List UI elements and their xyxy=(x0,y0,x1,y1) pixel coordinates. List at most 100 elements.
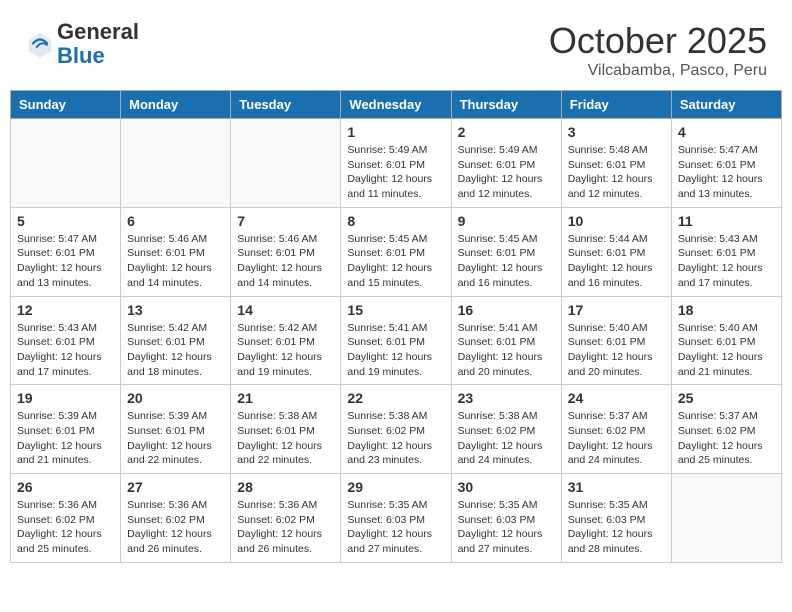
table-row: 12Sunrise: 5:43 AM Sunset: 6:01 PM Dayli… xyxy=(11,296,121,385)
table-row: 22 Sunrise: 5:38 AM Sunset: 6:02 PM Dayli… xyxy=(341,385,451,474)
table-row xyxy=(121,119,231,208)
day-info: Sunrise: 5:47 AM Sunset: 6:01 PM Dayligh… xyxy=(678,143,775,202)
day-number: 5 xyxy=(17,213,114,229)
day-info: Sunrise: 5:38 AM Sunset: 6:02 PM Dayligh… xyxy=(347,409,444,468)
calendar-header-row: Sunday Monday Tuesday Wednesday Thursday… xyxy=(11,91,782,119)
day-info: Sunrise: 5:36 AM Sunset: 6:02 PM Dayligh… xyxy=(127,498,224,557)
day-info: Sunrise: 5:46 AM Sunset: 6:01 PM Dayligh… xyxy=(127,232,224,291)
day-number: 28 xyxy=(237,479,334,495)
day-info: Sunrise: 5:37 AM Sunset: 6:02 PM Dayligh… xyxy=(678,409,775,468)
table-row: 29 Sunrise: 5:35 AM Sunset: 6:03 PM Dayli… xyxy=(341,474,451,563)
calendar-table: Sunday Monday Tuesday Wednesday Thursday… xyxy=(10,90,782,563)
table-row: 24 Sunrise: 5:37 AM Sunset: 6:02 PM Dayli… xyxy=(561,385,671,474)
header-thursday: Thursday xyxy=(451,91,561,119)
day-info: Sunrise: 5:37 AM Sunset: 6:02 PM Dayligh… xyxy=(568,409,665,468)
day-number: 6 xyxy=(127,213,224,229)
day-info: Sunrise: 5:43 AM Sunset: 6:01 PM Dayligh… xyxy=(678,232,775,291)
logo-blue: Blue xyxy=(57,43,105,68)
table-row: 5 Sunrise: 5:47 AM Sunset: 6:01 PM Daylig… xyxy=(11,207,121,296)
day-number: 24 xyxy=(568,390,665,406)
table-row: 2 Sunrise: 5:49 AM Sunset: 6:01 PM Daylig… xyxy=(451,119,561,208)
day-number: 9 xyxy=(458,213,555,229)
table-row: 4Sunrise: 5:47 AM Sunset: 6:01 PM Daylig… xyxy=(671,119,781,208)
day-info: Sunrise: 5:38 AM Sunset: 6:02 PM Dayligh… xyxy=(458,409,555,468)
table-row: 15 Sunrise: 5:41 AM Sunset: 6:01 PM Dayli… xyxy=(341,296,451,385)
table-row: 16Sunrise: 5:41 AM Sunset: 6:01 PM Dayli… xyxy=(451,296,561,385)
table-row: 7Sunrise: 5:46 AM Sunset: 6:01 PM Daylig… xyxy=(231,207,341,296)
day-number: 11 xyxy=(678,213,775,229)
day-info: Sunrise: 5:35 AM Sunset: 6:03 PM Dayligh… xyxy=(458,498,555,557)
day-number: 13 xyxy=(127,302,224,318)
day-info: Sunrise: 5:44 AM Sunset: 6:01 PM Dayligh… xyxy=(568,232,665,291)
table-row: 14 Sunrise: 5:42 AM Sunset: 6:01 PM Dayli… xyxy=(231,296,341,385)
table-row: 6 Sunrise: 5:46 AM Sunset: 6:01 PM Daylig… xyxy=(121,207,231,296)
table-row: 23 Sunrise: 5:38 AM Sunset: 6:02 PM Dayli… xyxy=(451,385,561,474)
table-row: 21 Sunrise: 5:38 AM Sunset: 6:01 PM Dayli… xyxy=(231,385,341,474)
logo-general: General xyxy=(57,19,139,44)
day-info: Sunrise: 5:35 AM Sunset: 6:03 PM Dayligh… xyxy=(347,498,444,557)
day-info: Sunrise: 5:35 AM Sunset: 6:03 PM Dayligh… xyxy=(568,498,665,557)
day-info: Sunrise: 5:42 AM Sunset: 6:01 PM Dayligh… xyxy=(237,321,334,380)
day-number: 26 xyxy=(17,479,114,495)
day-info: Sunrise: 5:45 AM Sunset: 6:01 PM Dayligh… xyxy=(347,232,444,291)
day-number: 14 xyxy=(237,302,334,318)
location-subtitle: Vilcabamba, Pasco, Peru xyxy=(549,62,767,80)
day-number: 3 xyxy=(568,124,665,140)
table-row: 3 Sunrise: 5:48 AM Sunset: 6:01 PM Daylig… xyxy=(561,119,671,208)
table-row: 20 Sunrise: 5:39 AM Sunset: 6:01 PM Dayli… xyxy=(121,385,231,474)
day-info: Sunrise: 5:39 AM Sunset: 6:01 PM Dayligh… xyxy=(127,409,224,468)
day-number: 10 xyxy=(568,213,665,229)
day-number: 23 xyxy=(458,390,555,406)
day-info: Sunrise: 5:45 AM Sunset: 6:01 PM Dayligh… xyxy=(458,232,555,291)
month-title: October 2025 xyxy=(549,20,767,62)
table-row: 8 Sunrise: 5:45 AM Sunset: 6:01 PM Daylig… xyxy=(341,207,451,296)
day-number: 22 xyxy=(347,390,444,406)
table-row xyxy=(231,119,341,208)
day-number: 31 xyxy=(568,479,665,495)
title-block: October 2025 Vilcabamba, Pasco, Peru xyxy=(549,20,767,80)
logo-text: General Blue xyxy=(57,20,139,68)
table-row: 18 Sunrise: 5:40 AM Sunset: 6:01 PM Dayli… xyxy=(671,296,781,385)
calendar-week-row: 12Sunrise: 5:43 AM Sunset: 6:01 PM Dayli… xyxy=(11,296,782,385)
table-row: 13 Sunrise: 5:42 AM Sunset: 6:01 PM Dayli… xyxy=(121,296,231,385)
day-info: Sunrise: 5:38 AM Sunset: 6:01 PM Dayligh… xyxy=(237,409,334,468)
table-row: 19Sunrise: 5:39 AM Sunset: 6:01 PM Dayli… xyxy=(11,385,121,474)
table-row: 10 Sunrise: 5:44 AM Sunset: 6:01 PM Dayli… xyxy=(561,207,671,296)
day-info: Sunrise: 5:41 AM Sunset: 6:01 PM Dayligh… xyxy=(347,321,444,380)
day-number: 16 xyxy=(458,302,555,318)
day-number: 12 xyxy=(17,302,114,318)
calendar-week-row: 19 Sunrise: 5:39 AM Sunset: 6:01 PM Dayli… xyxy=(11,385,782,474)
table-row xyxy=(671,474,781,563)
table-row: 28Sunrise: 5:36 AM Sunset: 6:02 PM Dayli… xyxy=(231,474,341,563)
day-number: 21 xyxy=(237,390,334,406)
day-info: Sunrise: 5:49 AM Sunset: 6:01 PM Dayligh… xyxy=(458,143,555,202)
day-number: 19 xyxy=(17,390,114,406)
day-info: Sunrise: 5:47 AM Sunset: 6:01 PM Dayligh… xyxy=(17,232,114,291)
day-info: Sunrise: 5:48 AM Sunset: 6:01 PM Dayligh… xyxy=(568,143,665,202)
day-info: Sunrise: 5:49 AM Sunset: 6:01 PM Dayligh… xyxy=(347,143,444,202)
day-number: 18 xyxy=(678,302,775,318)
day-number: 29 xyxy=(347,479,444,495)
header-wednesday: Wednesday xyxy=(341,91,451,119)
logo-icon xyxy=(25,29,55,59)
header-sunday: Sunday xyxy=(11,91,121,119)
day-number: 15 xyxy=(347,302,444,318)
day-info: Sunrise: 5:42 AM Sunset: 6:01 PM Dayligh… xyxy=(127,321,224,380)
table-row: 9 Sunrise: 5:45 AM Sunset: 6:01 PM Daylig… xyxy=(451,207,561,296)
page-header: General Blue October 2025 Vilcabamba, Pa… xyxy=(10,10,782,85)
day-number: 2 xyxy=(458,124,555,140)
table-row: 31 Sunrise: 5:35 AM Sunset: 6:03 PM Dayli… xyxy=(561,474,671,563)
day-number: 8 xyxy=(347,213,444,229)
day-info: Sunrise: 5:36 AM Sunset: 6:02 PM Dayligh… xyxy=(17,498,114,557)
day-info: Sunrise: 5:40 AM Sunset: 6:01 PM Dayligh… xyxy=(678,321,775,380)
header-tuesday: Tuesday xyxy=(231,91,341,119)
table-row: 27 Sunrise: 5:36 AM Sunset: 6:02 PM Dayli… xyxy=(121,474,231,563)
header-friday: Friday xyxy=(561,91,671,119)
table-row: 1Sunrise: 5:49 AM Sunset: 6:01 PM Daylig… xyxy=(341,119,451,208)
calendar-week-row: 1Sunrise: 5:49 AM Sunset: 6:01 PM Daylig… xyxy=(11,119,782,208)
day-info: Sunrise: 5:40 AM Sunset: 6:01 PM Dayligh… xyxy=(568,321,665,380)
day-number: 30 xyxy=(458,479,555,495)
header-monday: Monday xyxy=(121,91,231,119)
day-number: 20 xyxy=(127,390,224,406)
day-number: 27 xyxy=(127,479,224,495)
